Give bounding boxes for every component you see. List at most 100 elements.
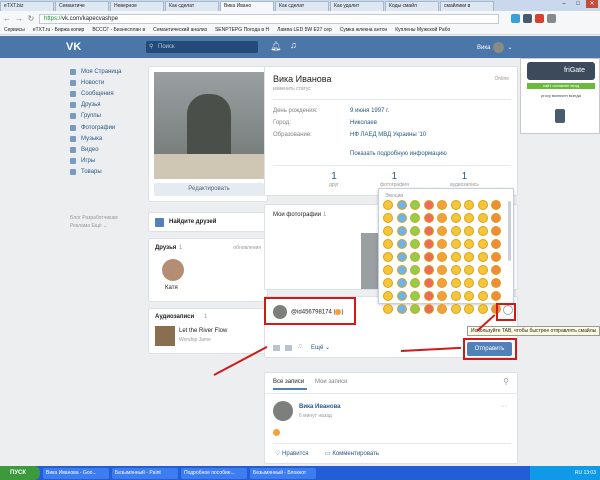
- music-attach-icon[interactable]: ♫: [297, 343, 302, 350]
- photo-attach-icon[interactable]: [273, 345, 280, 351]
- forward-icon[interactable]: →: [15, 14, 23, 23]
- bell-icon[interactable]: 🔔︎: [270, 41, 281, 52]
- like-button[interactable]: ♡ Нравится: [275, 450, 309, 457]
- emoji-option[interactable]: [491, 239, 501, 249]
- browser-tab[interactable]: eTXT.biz: [0, 1, 54, 11]
- music-note-icon[interactable]: ♫: [290, 40, 297, 50]
- emoji-option[interactable]: [383, 291, 393, 301]
- sidebar-item-market[interactable]: Товары: [70, 167, 140, 178]
- language-indicator[interactable]: RU: [575, 470, 582, 476]
- counter-photos[interactable]: 1 фотография: [380, 171, 409, 188]
- browser-tab[interactable]: смайлики в: [440, 1, 494, 11]
- emoji-option[interactable]: [383, 304, 393, 314]
- taskbar-item[interactable]: Вика Иванова - Goo...: [43, 467, 109, 479]
- sidebar-item-games[interactable]: Игры: [70, 156, 140, 167]
- emoji-option[interactable]: [383, 252, 393, 262]
- emoji-option[interactable]: [423, 278, 434, 288]
- emoji-option[interactable]: [423, 304, 434, 314]
- emoji-option[interactable]: [437, 304, 447, 314]
- emoji-option[interactable]: [423, 252, 434, 262]
- friend-name[interactable]: Катя: [165, 285, 178, 291]
- back-icon[interactable]: ←: [3, 14, 11, 23]
- extension-icon[interactable]: [523, 14, 532, 23]
- reload-icon[interactable]: ↻: [27, 14, 35, 23]
- sidebar-item-my-page[interactable]: Моя Страница: [70, 66, 140, 77]
- emoji-option[interactable]: [477, 213, 488, 223]
- emoji-option[interactable]: [423, 239, 434, 249]
- extension-icon[interactable]: [535, 14, 544, 23]
- emoji-option[interactable]: [396, 265, 407, 275]
- more-attach-link[interactable]: Ещё ⌄: [311, 344, 330, 351]
- bookmark[interactable]: Сервисы: [4, 26, 25, 34]
- emoji-option[interactable]: [410, 278, 420, 288]
- close-icon[interactable]: ✕: [586, 0, 598, 8]
- frigate-status-bar[interactable]: сайт оставлен вход: [527, 83, 595, 89]
- bookmark[interactable]: Куплены Мужской Рабо: [395, 26, 450, 34]
- emoji-option[interactable]: [383, 239, 393, 249]
- vk-logo[interactable]: VK: [66, 41, 81, 53]
- tab-all-posts[interactable]: Все записи: [273, 379, 304, 385]
- emoji-option[interactable]: [437, 200, 447, 210]
- emoji-option[interactable]: [396, 304, 407, 314]
- emoji-option[interactable]: [410, 239, 420, 249]
- friends-title[interactable]: Друзья: [155, 245, 176, 251]
- emoji-option[interactable]: [423, 265, 434, 275]
- emoji-option[interactable]: [396, 291, 407, 301]
- emoji-option[interactable]: [491, 265, 501, 275]
- emoji-option[interactable]: [410, 252, 420, 262]
- emoji-option[interactable]: [410, 226, 420, 236]
- counter-friends[interactable]: 1 друг: [329, 171, 339, 188]
- emoji-option[interactable]: [423, 213, 434, 223]
- emoji-option[interactable]: [491, 226, 501, 236]
- video-attach-icon[interactable]: [285, 345, 292, 351]
- emoji-option[interactable]: [477, 252, 488, 262]
- counter-audio[interactable]: 1 аудиозапись: [450, 171, 479, 188]
- search-input[interactable]: ⚲ Поиск: [146, 41, 258, 53]
- footer-links-row[interactable]: Реклама Ещё ⌄: [70, 222, 140, 230]
- tab-my-posts[interactable]: Мои записи: [315, 379, 347, 385]
- post-time[interactable]: 6 минут назад: [299, 413, 332, 419]
- emoji-option[interactable]: [450, 239, 461, 249]
- education-value[interactable]: НФ ЛАЕД МВД Украины '10: [350, 132, 426, 138]
- comment-button[interactable]: ▭ Комментировать: [325, 450, 379, 457]
- emoji-option[interactable]: [491, 213, 501, 223]
- menu-icon[interactable]: [547, 14, 556, 23]
- emoji-option[interactable]: [450, 200, 461, 210]
- emoji-option[interactable]: [477, 278, 488, 288]
- emoji-option[interactable]: [437, 291, 447, 301]
- album-cover[interactable]: [155, 326, 175, 346]
- taskbar-item[interactable]: Безымянный - Paint: [112, 467, 178, 479]
- profile-photo[interactable]: [154, 72, 264, 179]
- minimize-icon[interactable]: –: [558, 0, 570, 8]
- browser-tab[interactable]: Как сделат: [275, 1, 329, 11]
- emoji-option[interactable]: [437, 278, 447, 288]
- emoji-option[interactable]: [396, 239, 407, 249]
- emoji-option[interactable]: [464, 291, 474, 301]
- browser-tab[interactable]: Семантиче: [55, 1, 109, 11]
- emoji-option[interactable]: [464, 278, 474, 288]
- emoji-option[interactable]: [477, 226, 488, 236]
- emoji-option[interactable]: [491, 278, 501, 288]
- taskbar-item[interactable]: Подробное пособие...: [181, 467, 247, 479]
- show-more-link[interactable]: Показать подробную информацию: [350, 151, 447, 157]
- emoji-option[interactable]: [396, 278, 407, 288]
- emoji-option[interactable]: [491, 200, 501, 210]
- emoji-option[interactable]: [477, 304, 488, 314]
- more-options-icon[interactable]: ···: [500, 403, 507, 410]
- emoji-option[interactable]: [383, 213, 393, 223]
- bookmark[interactable]: eTXT.ru - Биржа копир: [33, 26, 85, 34]
- emoji-option[interactable]: [464, 226, 474, 236]
- browser-tab[interactable]: Как сделат: [165, 1, 219, 11]
- emoji-option[interactable]: [491, 291, 501, 301]
- sidebar-item-photos[interactable]: Фотографии: [70, 122, 140, 133]
- edit-profile-button[interactable]: Редактировать: [154, 183, 264, 196]
- bookmark[interactable]: SENPTEPG Погода в Н: [215, 26, 269, 34]
- user-menu[interactable]: Вика ⌄: [477, 42, 512, 53]
- photos-title[interactable]: Мои фотографии: [273, 212, 321, 218]
- sidebar-item-music[interactable]: Музыка: [70, 133, 140, 144]
- emoji-option[interactable]: [464, 265, 474, 275]
- audio-title[interactable]: Аудиозаписи: [155, 314, 194, 320]
- emoji-option[interactable]: [464, 304, 474, 314]
- search-icon[interactable]: ⚲: [503, 377, 509, 386]
- extension-icon[interactable]: [511, 14, 520, 23]
